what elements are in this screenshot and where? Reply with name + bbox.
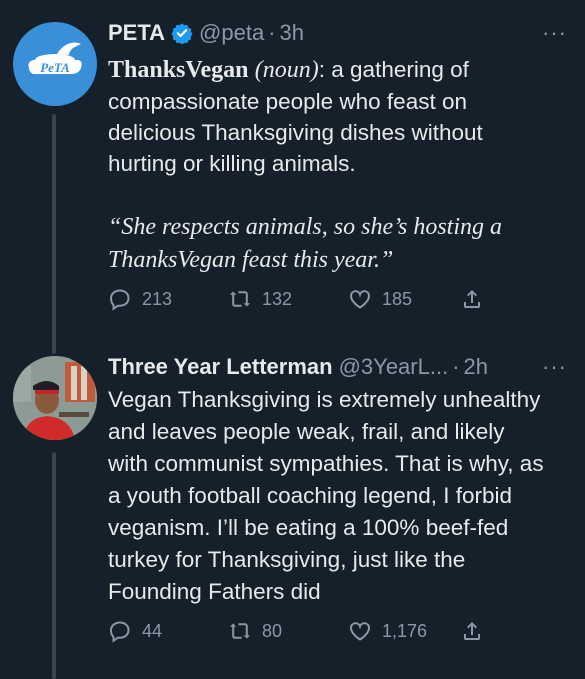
like-count: 185	[382, 288, 413, 309]
handle[interactable]: @3YearL...	[339, 354, 449, 380]
person-photo-icon	[13, 356, 97, 440]
definition-pos: (noun)	[254, 57, 319, 83]
heart-icon	[350, 622, 370, 641]
retweet-count: 132	[262, 288, 293, 309]
thread-line-top	[52, 340, 56, 354]
tweet-letterman[interactable]: Three Year Letterman @3YearL... · 2h ···…	[0, 340, 585, 679]
display-name[interactable]: PETA	[108, 20, 165, 46]
reply-count: 44	[142, 620, 163, 641]
tweet-header: PETA @peta · 3h	[108, 18, 567, 48]
tweet-text: Vegan Thanksgiving is extremely unhealth…	[108, 387, 544, 604]
like-button[interactable]: 185	[348, 287, 412, 311]
thread-line	[52, 114, 56, 350]
share-button[interactable]	[460, 287, 484, 311]
verified-badge-icon	[171, 23, 193, 44]
timestamp[interactable]: 3h	[280, 20, 304, 46]
share-button[interactable]	[460, 619, 484, 643]
share-icon	[464, 290, 480, 308]
display-name[interactable]: Three Year Letterman	[108, 354, 333, 380]
peta-logo-icon: PeTA	[28, 42, 82, 75]
thread-line-bottom	[52, 452, 56, 679]
tweet-peta[interactable]: PeTA PETA @peta · 3h ··· ThanksVegan (no…	[0, 0, 585, 350]
quote-text: “She respects animals, so she’s hosting …	[108, 214, 503, 273]
peta-logo-text: PeTA	[40, 60, 70, 75]
retweet-icon	[230, 623, 250, 639]
retweet-icon	[230, 291, 250, 307]
separator-dot: ·	[268, 20, 276, 45]
retweet-count: 80	[262, 620, 283, 641]
like-count: 1,176	[382, 620, 428, 641]
more-options-icon[interactable]: ···	[542, 20, 567, 46]
reply-icon	[109, 289, 130, 311]
tweet-actions: 213 132 185	[108, 284, 568, 314]
reply-button[interactable]: 44	[108, 619, 162, 643]
like-button[interactable]: 1,176	[348, 619, 427, 643]
separator-dot: ·	[452, 354, 460, 379]
share-icon	[464, 622, 480, 640]
tweet-actions: 44 80 1,176	[108, 616, 568, 646]
timestamp[interactable]: 2h	[464, 354, 488, 380]
letterman-avatar[interactable]	[13, 356, 97, 440]
peta-avatar[interactable]: PeTA	[13, 22, 97, 106]
reply-icon	[109, 621, 130, 643]
retweet-button[interactable]: 132	[228, 287, 292, 311]
handle[interactable]: @peta	[199, 20, 264, 46]
retweet-button[interactable]: 80	[228, 619, 282, 643]
tweet-text: ThanksVegan (noun): a gathering of compa…	[108, 54, 548, 179]
more-options-icon[interactable]: ···	[542, 354, 567, 380]
tweet-header: Three Year Letterman @3YearL... · 2h	[108, 352, 567, 382]
reply-button[interactable]: 213	[108, 287, 172, 311]
heart-icon	[350, 290, 370, 309]
reply-count: 213	[142, 288, 173, 309]
definition-term: ThanksVegan	[108, 57, 249, 83]
